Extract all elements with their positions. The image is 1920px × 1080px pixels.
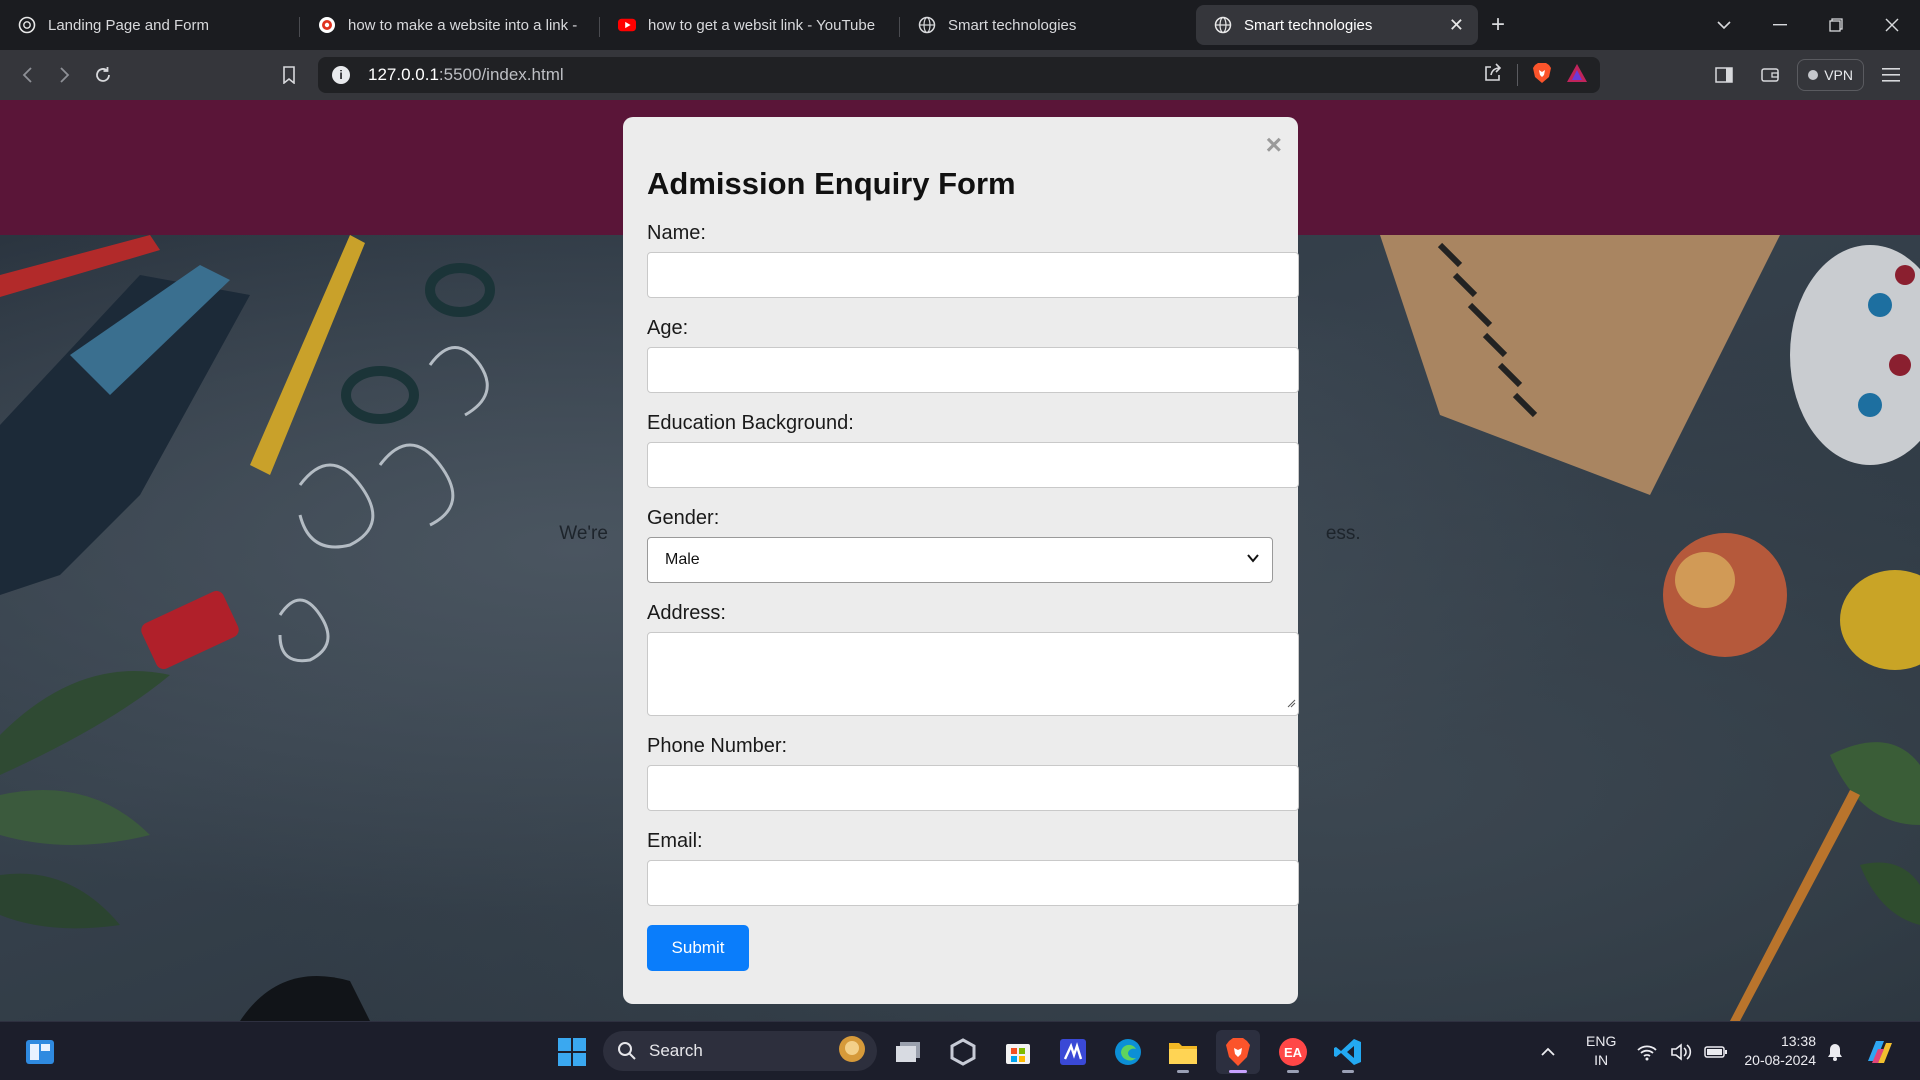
share-icon[interactable] [1483,62,1503,88]
menu-icon[interactable] [1872,56,1910,94]
copilot-icon[interactable] [1864,1022,1896,1080]
tab-landing-page[interactable]: Landing Page and Form [0,5,300,45]
clock-date: 20-08-2024 [1744,1052,1816,1068]
close-window-button[interactable] [1864,0,1920,50]
resize-grip-icon[interactable] [1286,695,1296,713]
clock[interactable]: 13:38 20-08-2024 [1736,1032,1816,1070]
new-tab-button[interactable]: + [1478,0,1518,50]
admission-enquiry-modal: × Admission Enquiry Form Name: Age: Educ… [623,117,1299,1004]
vpn-status-icon [1808,70,1819,80]
tab-title: Smart technologies [1244,16,1373,34]
browser-tab-strip: Landing Page and Form how to make a webs… [0,0,1920,50]
education-input[interactable] [647,442,1299,488]
tab-brave-search[interactable]: how to make a website into a link - [300,5,600,45]
file-explorer-icon[interactable] [1161,1030,1205,1074]
phone-input[interactable] [647,765,1299,811]
svg-text:EA: EA [1284,1045,1303,1060]
clock-time: 13:38 [1780,1033,1816,1049]
bookmark-icon[interactable] [270,56,308,94]
lang-line1: ENG [1586,1033,1617,1049]
page-viewport: We're ess. × Admission Enquiry Form Name… [0,100,1920,1021]
tab-title: how to make a website into a link - [348,16,578,34]
system-tray-status[interactable] [1636,1022,1728,1080]
gender-selected-value: Male [665,551,700,568]
start-windows-icon[interactable] [550,1030,594,1074]
address-label: Address: [647,602,726,624]
restore-button[interactable] [1808,0,1864,50]
openai-icon [18,16,36,34]
youtube-icon [618,16,636,34]
battery-icon [1704,1045,1727,1058]
language-indicator[interactable]: ENG IN [1586,1032,1616,1070]
wifi-icon [1637,1045,1657,1060]
browser-toolbar: i 127.0.0.1:5500/index.html VPN [0,50,1920,100]
wallet-icon[interactable] [1751,56,1789,94]
windows-taskbar: Search EA ENG IN 13:38 20-08-2024 [0,1021,1920,1080]
task-view-icon[interactable] [886,1030,930,1074]
globe-icon [918,16,936,34]
submit-button[interactable]: Submit [647,925,749,971]
reload-icon[interactable] [84,56,122,94]
minimize-button[interactable] [1752,0,1808,50]
brave-search-icon [318,16,336,34]
brave-rewards-icon[interactable] [1566,63,1588,88]
notification-bell-icon[interactable] [1826,1022,1844,1080]
tab-youtube[interactable]: how to get a websit link - YouTube [600,5,900,45]
search-label: Search [649,1041,703,1060]
email-input[interactable] [647,860,1299,906]
brave-browser-taskbar-icon[interactable] [1216,1030,1260,1074]
edge-browser-icon[interactable] [1106,1030,1150,1074]
phone-label: Phone Number: [647,735,788,757]
forward-arrow-icon[interactable] [46,56,84,94]
chevron-down-icon [1246,551,1260,570]
volume-icon [1671,1042,1692,1061]
address-bar[interactable]: i 127.0.0.1:5500/index.html [318,57,1600,93]
tab-title: Landing Page and Form [48,16,209,34]
tab-title: how to get a websit link - YouTube [648,16,876,34]
age-label: Age: [647,317,689,339]
url-path: :5500/index.html [438,65,564,84]
name-label: Name: [647,222,706,244]
search-highlight-icon [837,1034,867,1069]
math-app-icon[interactable] [1051,1030,1095,1074]
lang-line2: IN [1594,1052,1609,1068]
globe-icon [1214,16,1232,34]
email-label: Email: [647,830,703,852]
ea-app-icon[interactable]: EA [1271,1030,1315,1074]
gender-label: Gender: [647,507,720,529]
back-arrow-icon[interactable] [8,56,46,94]
tab-search-chevron-icon[interactable] [1696,0,1752,50]
url-host: 127.0.0.1 [368,65,439,84]
vpn-label: VPN [1824,67,1853,83]
education-label: Education Background: [647,412,854,434]
copilot-app-icon[interactable] [941,1030,985,1074]
microsoft-store-icon[interactable] [996,1030,1040,1074]
brave-shields-icon[interactable] [1532,62,1552,89]
tab-title: Smart technologies [948,16,1077,34]
show-hidden-icons-chevron[interactable] [1540,1022,1556,1080]
age-input[interactable] [647,347,1299,393]
vpn-button[interactable]: VPN [1797,59,1864,91]
sidebar-toggle-icon[interactable] [1705,56,1743,94]
taskbar-search[interactable]: Search [603,1031,877,1071]
address-textarea[interactable] [647,632,1299,716]
name-input[interactable] [647,252,1299,298]
widgets-icon[interactable] [18,1030,62,1074]
tab-smart-technologies[interactable]: Smart technologies [900,5,1190,45]
search-icon [618,1042,636,1060]
vscode-icon[interactable] [1326,1030,1370,1074]
close-tab-icon[interactable]: ✕ [1449,15,1464,36]
gender-select[interactable]: Male [647,537,1273,583]
tab-smart-technologies-active[interactable]: Smart technologies ✕ [1196,5,1478,45]
close-modal-button[interactable]: × [1266,131,1282,159]
site-info-icon[interactable]: i [332,66,350,84]
form-title: Admission Enquiry Form [647,166,1016,201]
